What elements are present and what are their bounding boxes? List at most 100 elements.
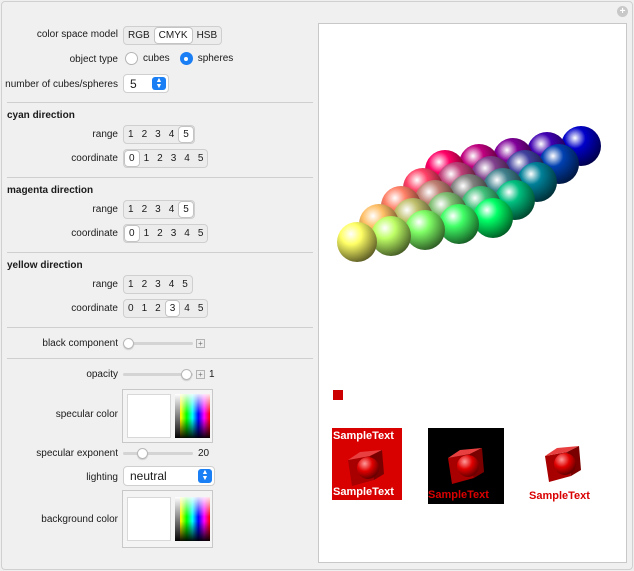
opacity-label: opacity bbox=[86, 369, 118, 380]
magenta-range-4[interactable]: 4 bbox=[165, 201, 179, 218]
cyan-range-1[interactable]: 1 bbox=[124, 126, 138, 143]
black-label: black component bbox=[42, 338, 118, 349]
yellow-range-5[interactable]: 5 bbox=[178, 276, 192, 293]
yellow-coord-3[interactable]: 3 bbox=[164, 300, 181, 317]
opacity-slider-thumb[interactable] bbox=[181, 369, 192, 380]
magenta-title: magenta direction bbox=[7, 185, 94, 196]
divider bbox=[7, 358, 313, 359]
cube-sphere-icon bbox=[545, 446, 581, 482]
specular-exponent-thumb[interactable] bbox=[137, 448, 148, 459]
count-value: 5 bbox=[130, 76, 137, 91]
object-type-label: object type bbox=[69, 54, 118, 65]
sample-bottom-text: SampleText bbox=[428, 489, 489, 501]
divider bbox=[7, 327, 313, 328]
magenta-range-5[interactable]: 5 bbox=[178, 201, 194, 218]
sphere bbox=[371, 216, 411, 256]
red-legend-square bbox=[333, 390, 343, 400]
color-space-setter: RGB CMYK HSB bbox=[123, 26, 223, 45]
magenta-range-1[interactable]: 1 bbox=[124, 201, 138, 218]
radio-cubes-label[interactable]: cubes bbox=[143, 53, 170, 64]
magenta-coord-1[interactable]: 1 bbox=[140, 225, 154, 242]
chevron-updown-icon: ▲ ▼ bbox=[198, 469, 212, 483]
magenta-range-label: range bbox=[92, 204, 118, 215]
cube-sphere-icon bbox=[348, 450, 384, 486]
magenta-coord-4[interactable]: 4 bbox=[180, 225, 194, 242]
divider bbox=[7, 177, 313, 178]
magenta-coord-3[interactable]: 3 bbox=[167, 225, 181, 242]
color-space-option-rgb[interactable]: RGB bbox=[124, 27, 154, 44]
specular-color-swatch[interactable] bbox=[127, 394, 171, 438]
color-space-option-hsb[interactable]: HSB bbox=[193, 27, 222, 44]
cyan-coord-0[interactable]: 0 bbox=[124, 150, 140, 167]
plus-icon[interactable]: + bbox=[196, 370, 205, 379]
yellow-coord-0[interactable]: 0 bbox=[124, 300, 138, 317]
yellow-coord-1[interactable]: 1 bbox=[138, 300, 152, 317]
cyan-coord-4[interactable]: 4 bbox=[180, 150, 194, 167]
sample-tile-red: SampleText SampleText bbox=[332, 428, 402, 500]
cyan-coord-3[interactable]: 3 bbox=[167, 150, 181, 167]
radio-spheres-label[interactable]: spheres bbox=[198, 53, 234, 64]
count-popup[interactable]: 5 ▲ ▼ bbox=[123, 74, 169, 93]
plus-circle-icon[interactable]: + bbox=[617, 6, 628, 17]
yellow-title: yellow direction bbox=[7, 260, 83, 271]
cube-sphere-icon bbox=[448, 448, 484, 484]
cyan-range-5[interactable]: 5 bbox=[178, 126, 194, 143]
magenta-range-2[interactable]: 2 bbox=[138, 201, 152, 218]
black-slider-thumb[interactable] bbox=[123, 338, 134, 349]
magenta-coord-setter: 0 1 2 3 4 5 bbox=[123, 224, 209, 243]
cyan-coord-5[interactable]: 5 bbox=[194, 150, 208, 167]
specular-color-label: specular color bbox=[55, 409, 118, 420]
cyan-range-4[interactable]: 4 bbox=[165, 126, 179, 143]
yellow-coord-5[interactable]: 5 bbox=[194, 300, 208, 317]
specular-exponent-label: specular exponent bbox=[36, 448, 118, 459]
yellow-coord-4[interactable]: 4 bbox=[180, 300, 194, 317]
cyan-range-2[interactable]: 2 bbox=[138, 126, 152, 143]
cyan-range-setter: 1 2 3 4 5 bbox=[123, 125, 195, 144]
plus-icon[interactable]: + bbox=[196, 339, 205, 348]
radio-spheres[interactable] bbox=[179, 52, 193, 65]
sample-tile-white: SampleText bbox=[527, 440, 607, 508]
sample-bottom-text: SampleText bbox=[529, 490, 590, 502]
sphere bbox=[337, 222, 377, 262]
magenta-coord-2[interactable]: 2 bbox=[153, 225, 167, 242]
sphere bbox=[473, 198, 513, 238]
sphere bbox=[439, 204, 479, 244]
yellow-range-2[interactable]: 2 bbox=[138, 276, 152, 293]
divider bbox=[7, 252, 313, 253]
magenta-coord-5[interactable]: 5 bbox=[194, 225, 208, 242]
magenta-coord-label: coordinate bbox=[71, 228, 118, 239]
color-space-option-cmyk[interactable]: CMYK bbox=[153, 27, 193, 44]
specular-color-spectrum[interactable] bbox=[175, 394, 210, 438]
lighting-popup[interactable]: neutral ▲ ▼ bbox=[123, 466, 215, 486]
specular-exponent-track[interactable] bbox=[123, 452, 193, 455]
yellow-range-1[interactable]: 1 bbox=[124, 276, 138, 293]
cyan-coord-1[interactable]: 1 bbox=[140, 150, 154, 167]
yellow-range-4[interactable]: 4 bbox=[165, 276, 179, 293]
opacity-value: 1 bbox=[209, 369, 215, 380]
output-pane: SampleText SampleText SampleText SampleT… bbox=[318, 23, 627, 563]
control-panel: color space model RGB CMYK HSB object ty… bbox=[0, 0, 316, 571]
radio-cubes[interactable] bbox=[125, 52, 138, 65]
sample-tile-black: SampleText bbox=[428, 428, 504, 504]
yellow-coord-2[interactable]: 2 bbox=[151, 300, 165, 317]
specular-exponent-value: 20 bbox=[198, 448, 210, 459]
cyan-coord-2[interactable]: 2 bbox=[153, 150, 167, 167]
yellow-range-setter: 1 2 3 4 5 bbox=[123, 275, 193, 294]
background-color-picker[interactable] bbox=[122, 490, 213, 548]
magenta-coord-0[interactable]: 0 bbox=[124, 225, 140, 242]
yellow-range-3[interactable]: 3 bbox=[151, 276, 165, 293]
magenta-range-3[interactable]: 3 bbox=[151, 201, 165, 218]
chevron-updown-icon: ▲ ▼ bbox=[152, 77, 166, 90]
background-color-spectrum[interactable] bbox=[175, 497, 210, 541]
specular-color-picker[interactable] bbox=[122, 389, 213, 443]
magenta-range-setter: 1 2 3 4 5 bbox=[123, 200, 195, 219]
cyan-coord-setter: 0 1 2 3 4 5 bbox=[123, 149, 209, 168]
background-color-swatch[interactable] bbox=[127, 497, 171, 541]
divider bbox=[7, 102, 313, 103]
cyan-title: cyan direction bbox=[7, 110, 75, 121]
cyan-coord-label: coordinate bbox=[71, 153, 118, 164]
cyan-range-3[interactable]: 3 bbox=[151, 126, 165, 143]
object-type-radios: cubes spheres bbox=[125, 52, 233, 65]
yellow-coord-setter: 0 1 2 3 4 5 bbox=[123, 299, 209, 318]
lighting-label: lighting bbox=[86, 472, 118, 483]
